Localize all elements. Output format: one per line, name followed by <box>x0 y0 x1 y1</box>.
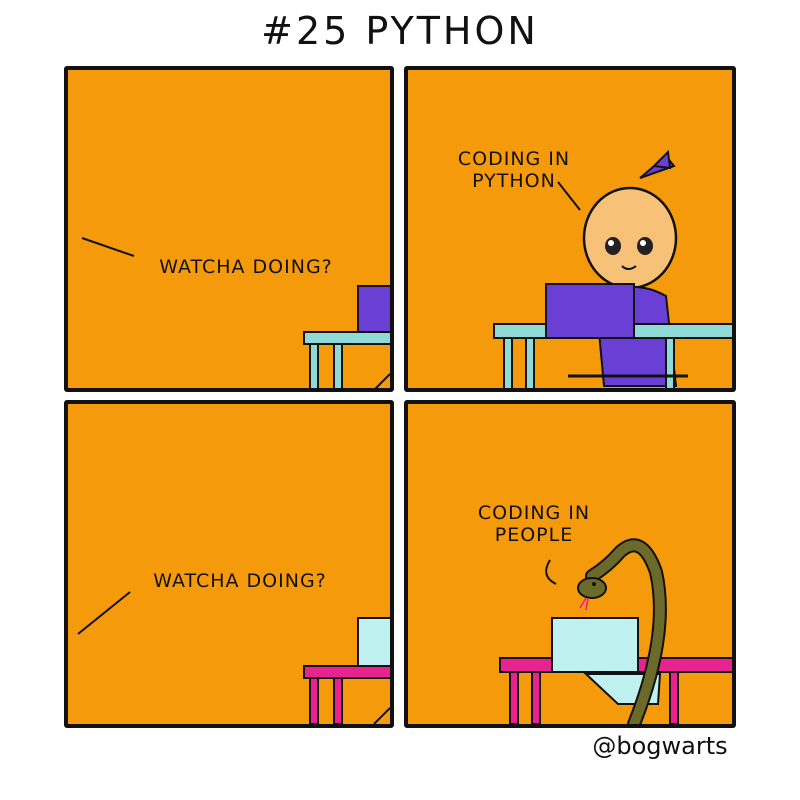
panel-1-art <box>81 237 390 388</box>
panel-3-art <box>77 591 390 724</box>
speech-text-line2: PYTHON <box>472 170 556 192</box>
comic-panel-3: WATCHA DOING? <box>64 400 394 728</box>
comic-panel-1: WATCHA DOING? <box>64 66 394 392</box>
wizard-hat-icon <box>639 149 676 179</box>
speech-text: WATCHA DOING? <box>159 256 333 278</box>
speech-text: WATCHA DOING? <box>153 570 327 592</box>
comic-panel-4: CODING IN PEOPLE <box>404 400 736 728</box>
artist-credit: @bogwarts <box>592 732 728 760</box>
panel-4-art <box>499 538 732 724</box>
speech-text-line1: CODING IN <box>457 148 571 170</box>
panel-2-art <box>493 149 732 388</box>
speech-text-line1: CODING IN <box>477 502 591 524</box>
comic-title: #25 PYTHON <box>261 9 539 53</box>
comic-panel-2: CODING IN PYTHON <box>404 66 736 392</box>
speech-text-line2: PEOPLE <box>494 524 574 546</box>
